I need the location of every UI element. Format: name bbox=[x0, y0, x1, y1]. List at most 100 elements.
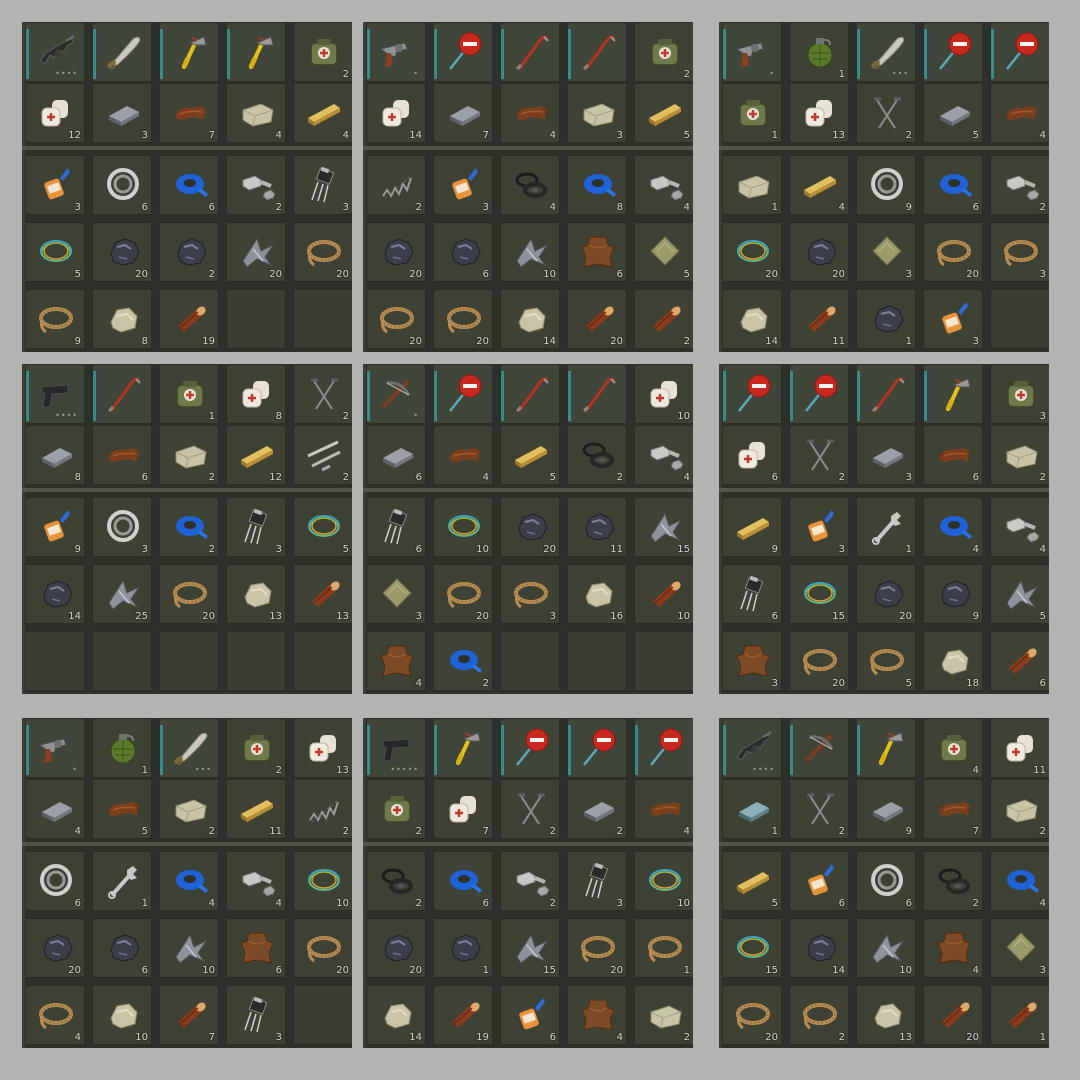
inventory-slot-hide[interactable]: 4 bbox=[923, 918, 983, 978]
inventory-slot-stop-sign[interactable] bbox=[923, 22, 983, 82]
inventory-slot-nails[interactable]: 2 bbox=[293, 364, 352, 424]
inventory-slot-glue[interactable]: 3 bbox=[433, 155, 493, 215]
inventory-slot-plank[interactable]: 5 bbox=[722, 851, 782, 911]
inventory-slot-hatchet[interactable] bbox=[923, 364, 983, 424]
inventory-slot-wires[interactable]: 15 bbox=[722, 918, 782, 978]
inventory-slot-log[interactable]: 20 bbox=[567, 289, 627, 349]
inventory-slot-medkit[interactable]: 2 bbox=[634, 22, 693, 82]
inventory-slot-plank[interactable]: 12 bbox=[226, 425, 286, 485]
inventory-slot-plank[interactable]: 4 bbox=[789, 155, 849, 215]
inventory-slot-bandage[interactable]: 11 bbox=[990, 718, 1049, 778]
inventory-slot-spring[interactable]: 2 bbox=[293, 779, 352, 839]
inventory-slot-hide[interactable]: 6 bbox=[567, 222, 627, 282]
inventory-slot-log[interactable]: 19 bbox=[433, 985, 493, 1045]
inventory-slot-stop-sign[interactable] bbox=[500, 718, 560, 778]
inventory-slot-metal-bar[interactable]: 3 bbox=[92, 83, 152, 143]
inventory-slot-rope[interactable]: 3 bbox=[990, 222, 1049, 282]
inventory-slot-leather[interactable]: 4 bbox=[990, 83, 1049, 143]
inventory-slot-stone[interactable]: 13 bbox=[226, 564, 286, 624]
inventory-slot-rope[interactable]: 20 bbox=[293, 918, 352, 978]
inventory-slot-empty[interactable] bbox=[25, 631, 85, 691]
inventory-slot-revolver[interactable]: • bbox=[722, 22, 782, 82]
inventory-slot-coal[interactable]: 20 bbox=[366, 918, 426, 978]
inventory-slot-stone-block[interactable]: 2 bbox=[159, 779, 219, 839]
inventory-slot-empty[interactable] bbox=[226, 289, 286, 349]
inventory-slot-machete[interactable]: ••• bbox=[159, 718, 219, 778]
inventory-slot-scrap[interactable]: 15 bbox=[500, 918, 560, 978]
inventory-slot-duct-tape[interactable]: 6 bbox=[433, 851, 493, 911]
inventory-slot-bearing[interactable]: 3 bbox=[92, 497, 152, 557]
inventory-slot-empty[interactable] bbox=[990, 289, 1049, 349]
inventory-slot-stone[interactable]: 8 bbox=[92, 289, 152, 349]
inventory-slot-stop-sign[interactable] bbox=[433, 22, 493, 82]
inventory-slot-coal[interactable]: 2 bbox=[159, 222, 219, 282]
inventory-slot-leather[interactable]: 6 bbox=[923, 425, 983, 485]
inventory-slot-log[interactable]: 6 bbox=[990, 631, 1049, 691]
inventory-slot-stop-sign[interactable] bbox=[789, 364, 849, 424]
inventory-slot-transistor[interactable]: 6 bbox=[722, 564, 782, 624]
inventory-slot-rope[interactable]: 4 bbox=[25, 985, 85, 1045]
inventory-slot-rubber-rings[interactable]: 4 bbox=[500, 155, 560, 215]
inventory-slot-empty[interactable] bbox=[226, 631, 286, 691]
inventory-slot-medkit[interactable]: 1 bbox=[159, 364, 219, 424]
inventory-slot-wires[interactable]: 20 bbox=[722, 222, 782, 282]
inventory-slot-bandage[interactable]: 12 bbox=[25, 83, 85, 143]
inventory-slot-coal[interactable]: 20 bbox=[92, 222, 152, 282]
inventory-slot-nut-bolt[interactable]: 4 bbox=[634, 425, 693, 485]
inventory-slot-bandage[interactable]: 10 bbox=[634, 364, 693, 424]
inventory-slot-bearing[interactable]: 6 bbox=[856, 851, 916, 911]
inventory-slot-metal-bar[interactable]: 8 bbox=[25, 425, 85, 485]
inventory-slot-coal[interactable]: 6 bbox=[92, 918, 152, 978]
inventory-slot-rope[interactable]: 2 bbox=[789, 985, 849, 1045]
inventory-slot-bearing[interactable]: 6 bbox=[92, 155, 152, 215]
inventory-slot-wires[interactable]: 5 bbox=[293, 497, 352, 557]
inventory-slot-empty[interactable] bbox=[634, 631, 693, 691]
inventory-slot-bandage[interactable]: 6 bbox=[722, 425, 782, 485]
inventory-slot-rope[interactable]: 3 bbox=[500, 564, 560, 624]
inventory-slot-nut-bolt[interactable]: 2 bbox=[226, 155, 286, 215]
inventory-slot-rope[interactable]: 20 bbox=[433, 289, 493, 349]
inventory-slot-transistor[interactable]: 3 bbox=[567, 851, 627, 911]
inventory-slot-stone-block[interactable]: 2 bbox=[634, 985, 693, 1045]
inventory-slot-hatchet[interactable] bbox=[433, 718, 493, 778]
inventory-slot-duct-tape[interactable]: 6 bbox=[159, 155, 219, 215]
inventory-slot-duct-tape[interactable]: 4 bbox=[923, 497, 983, 557]
inventory-slot-wires[interactable]: 15 bbox=[789, 564, 849, 624]
inventory-slot-rope[interactable]: 9 bbox=[25, 289, 85, 349]
inventory-slot-rubber-rings[interactable]: 2 bbox=[567, 425, 627, 485]
inventory-slot-stone[interactable]: 16 bbox=[567, 564, 627, 624]
inventory-slot-leather[interactable]: 6 bbox=[92, 425, 152, 485]
inventory-slot-empty[interactable] bbox=[293, 985, 352, 1045]
inventory-slot-bandage[interactable]: 14 bbox=[366, 83, 426, 143]
inventory-slot-leather[interactable]: 7 bbox=[923, 779, 983, 839]
inventory-slot-rope[interactable]: 1 bbox=[634, 918, 693, 978]
inventory-slot-spring[interactable]: 2 bbox=[366, 155, 426, 215]
inventory-slot-log[interactable]: 20 bbox=[923, 985, 983, 1045]
inventory-slot-scrap[interactable]: 15 bbox=[634, 497, 693, 557]
inventory-slot-stone[interactable]: 14 bbox=[366, 985, 426, 1045]
inventory-slot-plank[interactable]: 11 bbox=[226, 779, 286, 839]
inventory-slot-grenade[interactable]: 1 bbox=[789, 22, 849, 82]
inventory-slot-log[interactable]: 19 bbox=[159, 289, 219, 349]
inventory-slot-empty[interactable] bbox=[92, 631, 152, 691]
inventory-slot-stone[interactable]: 13 bbox=[856, 985, 916, 1045]
inventory-slot-glue[interactable]: 6 bbox=[500, 985, 560, 1045]
inventory-slot-stone-block[interactable]: 2 bbox=[990, 425, 1049, 485]
inventory-slot-leather[interactable]: 4 bbox=[634, 779, 693, 839]
inventory-slot-duct-tape[interactable]: 6 bbox=[923, 155, 983, 215]
inventory-slot-steel-bar[interactable]: 1 bbox=[722, 779, 782, 839]
inventory-slot-crowbar[interactable] bbox=[567, 22, 627, 82]
inventory-slot-nails[interactable]: 2 bbox=[500, 779, 560, 839]
inventory-slot-wires[interactable]: 10 bbox=[634, 851, 693, 911]
inventory-slot-medkit[interactable]: 4 bbox=[923, 718, 983, 778]
inventory-slot-log[interactable]: 2 bbox=[634, 289, 693, 349]
inventory-slot-revolver[interactable]: • bbox=[25, 718, 85, 778]
inventory-slot-metal-bar[interactable]: 9 bbox=[856, 779, 916, 839]
inventory-slot-log[interactable]: 13 bbox=[293, 564, 352, 624]
inventory-slot-coal[interactable]: 11 bbox=[567, 497, 627, 557]
inventory-slot-metal-bar[interactable]: 4 bbox=[25, 779, 85, 839]
inventory-slot-grenade[interactable]: 1 bbox=[92, 718, 152, 778]
inventory-slot-rope[interactable]: 5 bbox=[856, 631, 916, 691]
inventory-slot-bearing[interactable]: 6 bbox=[25, 851, 85, 911]
inventory-slot-stop-sign[interactable] bbox=[433, 364, 493, 424]
